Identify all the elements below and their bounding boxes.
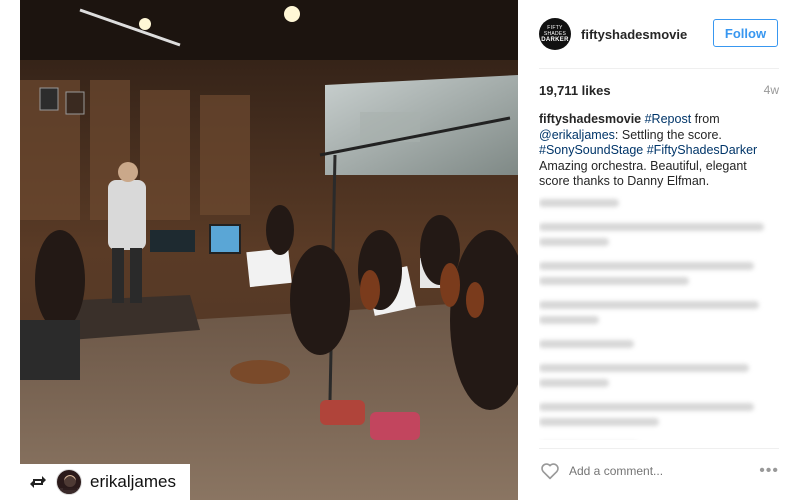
account-username[interactable]: fiftyshadesmovie (581, 27, 687, 42)
footer-divider (539, 448, 779, 449)
caption-hashtag-repost[interactable]: #Repost (645, 112, 692, 126)
avatar-logo-line2: DARKER (541, 37, 569, 43)
blurred-comment (539, 316, 599, 324)
post-header: FIFTY SHADES DARKER fiftyshadesmovie Fol… (518, 0, 800, 68)
account-avatar[interactable]: FIFTY SHADES DARKER (539, 18, 571, 50)
blurred-comment (539, 199, 619, 207)
caption-hashtags[interactable]: #SonySoundStage #FiftyShadesDarker (539, 143, 757, 157)
blurred-comment (539, 340, 634, 348)
caption-mention[interactable]: @erikaljames (539, 128, 615, 142)
blurred-comment (539, 403, 754, 411)
caption-text1: : Settling the score. (614, 127, 722, 142)
blurred-comment (539, 379, 609, 387)
repost-avatar (56, 469, 82, 495)
comment-input[interactable] (569, 464, 739, 478)
heart-icon[interactable] (539, 460, 561, 482)
repost-username: erikaljames (90, 472, 176, 491)
likes-row: 19,711 likes 4w (539, 80, 779, 100)
blurred-comment (539, 223, 764, 231)
comments-list (539, 195, 779, 440)
post-caption: fiftyshadesmovie #Repost from @erikaljam… (539, 112, 779, 190)
caption-author[interactable]: fiftyshadesmovie (539, 112, 641, 126)
blurred-comment (539, 277, 689, 285)
blurred-comment (539, 418, 659, 426)
more-icon[interactable]: ••• (759, 462, 779, 480)
comment-bar: ••• (539, 456, 779, 486)
likes-count[interactable]: 19,711 likes (539, 83, 611, 98)
header-divider (539, 68, 779, 69)
caption-from: from (694, 112, 720, 126)
orchestra-scene (20, 0, 518, 500)
post-photo[interactable] (20, 0, 518, 500)
caption-text2: Amazing orchestra. Beautiful, elegant sc… (539, 158, 747, 189)
repost-badge: erikaljames (20, 464, 190, 500)
post-side-panel: FIFTY SHADES DARKER fiftyshadesmovie Fol… (518, 0, 800, 500)
blurred-comment (539, 301, 759, 309)
blurred-comment (539, 238, 609, 246)
blurred-comment (539, 262, 754, 270)
repost-icon (28, 472, 48, 492)
follow-button[interactable]: Follow (713, 19, 778, 47)
avatar-logo-line1: FIFTY SHADES (543, 25, 567, 37)
blurred-comment (539, 364, 749, 372)
post-time[interactable]: 4w (764, 83, 779, 97)
